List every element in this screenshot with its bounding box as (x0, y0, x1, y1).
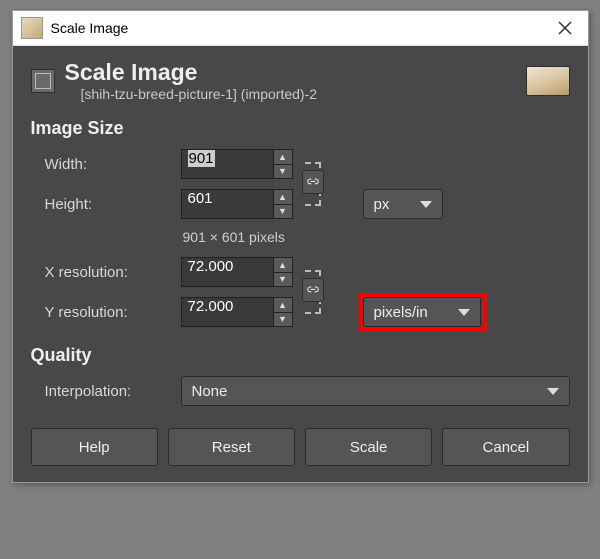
x-resolution-input[interactable]: 72.000 (182, 258, 273, 286)
size-unit-label: px (374, 196, 390, 213)
xres-decrement[interactable]: ▼ (274, 272, 292, 287)
width-increment[interactable]: ▲ (274, 150, 292, 164)
y-resolution-spinner[interactable]: 72.000 ▲ ▼ (181, 297, 293, 327)
image-size-heading: Image Size (31, 118, 570, 139)
x-resolution-spinner[interactable]: 72.000 ▲ ▼ (181, 257, 293, 287)
resolution-unit-dropdown[interactable]: pixels/in (363, 297, 481, 327)
chain-toggle[interactable] (302, 170, 324, 194)
chevron-down-icon (420, 201, 432, 208)
dialog-button-row: Help Reset Scale Cancel (31, 428, 570, 466)
preview-thumbnail (526, 66, 570, 96)
width-spinner[interactable]: 901 ▲ ▼ (181, 149, 293, 179)
height-decrement[interactable]: ▼ (274, 204, 292, 219)
help-button[interactable]: Help (31, 428, 158, 466)
chain-link-icon (306, 283, 320, 297)
height-label: Height: (31, 196, 181, 213)
titlebar: Scale Image (13, 11, 588, 46)
window-title: Scale Image (51, 20, 129, 36)
height-increment[interactable]: ▲ (274, 190, 292, 204)
interpolation-label: Interpolation: (31, 383, 181, 400)
x-resolution-label: X resolution: (31, 264, 181, 281)
chevron-down-icon (458, 309, 470, 316)
y-resolution-input[interactable]: 72.000 (182, 298, 273, 326)
yres-decrement[interactable]: ▼ (274, 312, 292, 327)
resolution-chain-toggle[interactable] (302, 278, 324, 302)
cancel-button[interactable]: Cancel (442, 428, 569, 466)
size-unit-dropdown[interactable]: px (363, 189, 443, 219)
height-input[interactable]: 601 (182, 190, 273, 218)
chain-link-icon (306, 175, 320, 189)
scale-button[interactable]: Scale (305, 428, 432, 466)
width-decrement[interactable]: ▼ (274, 164, 292, 179)
quality-heading: Quality (31, 345, 570, 366)
app-icon (21, 17, 43, 39)
chevron-down-icon (547, 388, 559, 395)
interpolation-value: None (192, 383, 228, 400)
close-button[interactable] (542, 11, 588, 45)
width-label: Width: (31, 156, 181, 173)
reset-button[interactable]: Reset (168, 428, 295, 466)
dialog-subtitle: [shih-tzu-breed-picture-1] (imported)-2 (81, 86, 526, 102)
yres-increment[interactable]: ▲ (274, 298, 292, 312)
dialog-header: Scale Image [shih-tzu-breed-picture-1] (… (31, 60, 570, 102)
interpolation-dropdown[interactable]: None (181, 376, 570, 406)
y-resolution-label: Y resolution: (31, 304, 181, 321)
dialog-title: Scale Image (65, 60, 526, 84)
pixel-dimensions-note: 901 × 601 pixels (181, 229, 483, 247)
xres-increment[interactable]: ▲ (274, 258, 292, 272)
height-spinner[interactable]: 601 ▲ ▼ (181, 189, 293, 219)
scale-image-icon (31, 69, 55, 93)
scale-image-dialog: Scale Image Scale Image [shih-tzu-breed-… (12, 10, 589, 483)
width-input[interactable]: 901 (182, 150, 273, 178)
close-icon (558, 21, 572, 35)
resolution-unit-label: pixels/in (374, 304, 428, 321)
